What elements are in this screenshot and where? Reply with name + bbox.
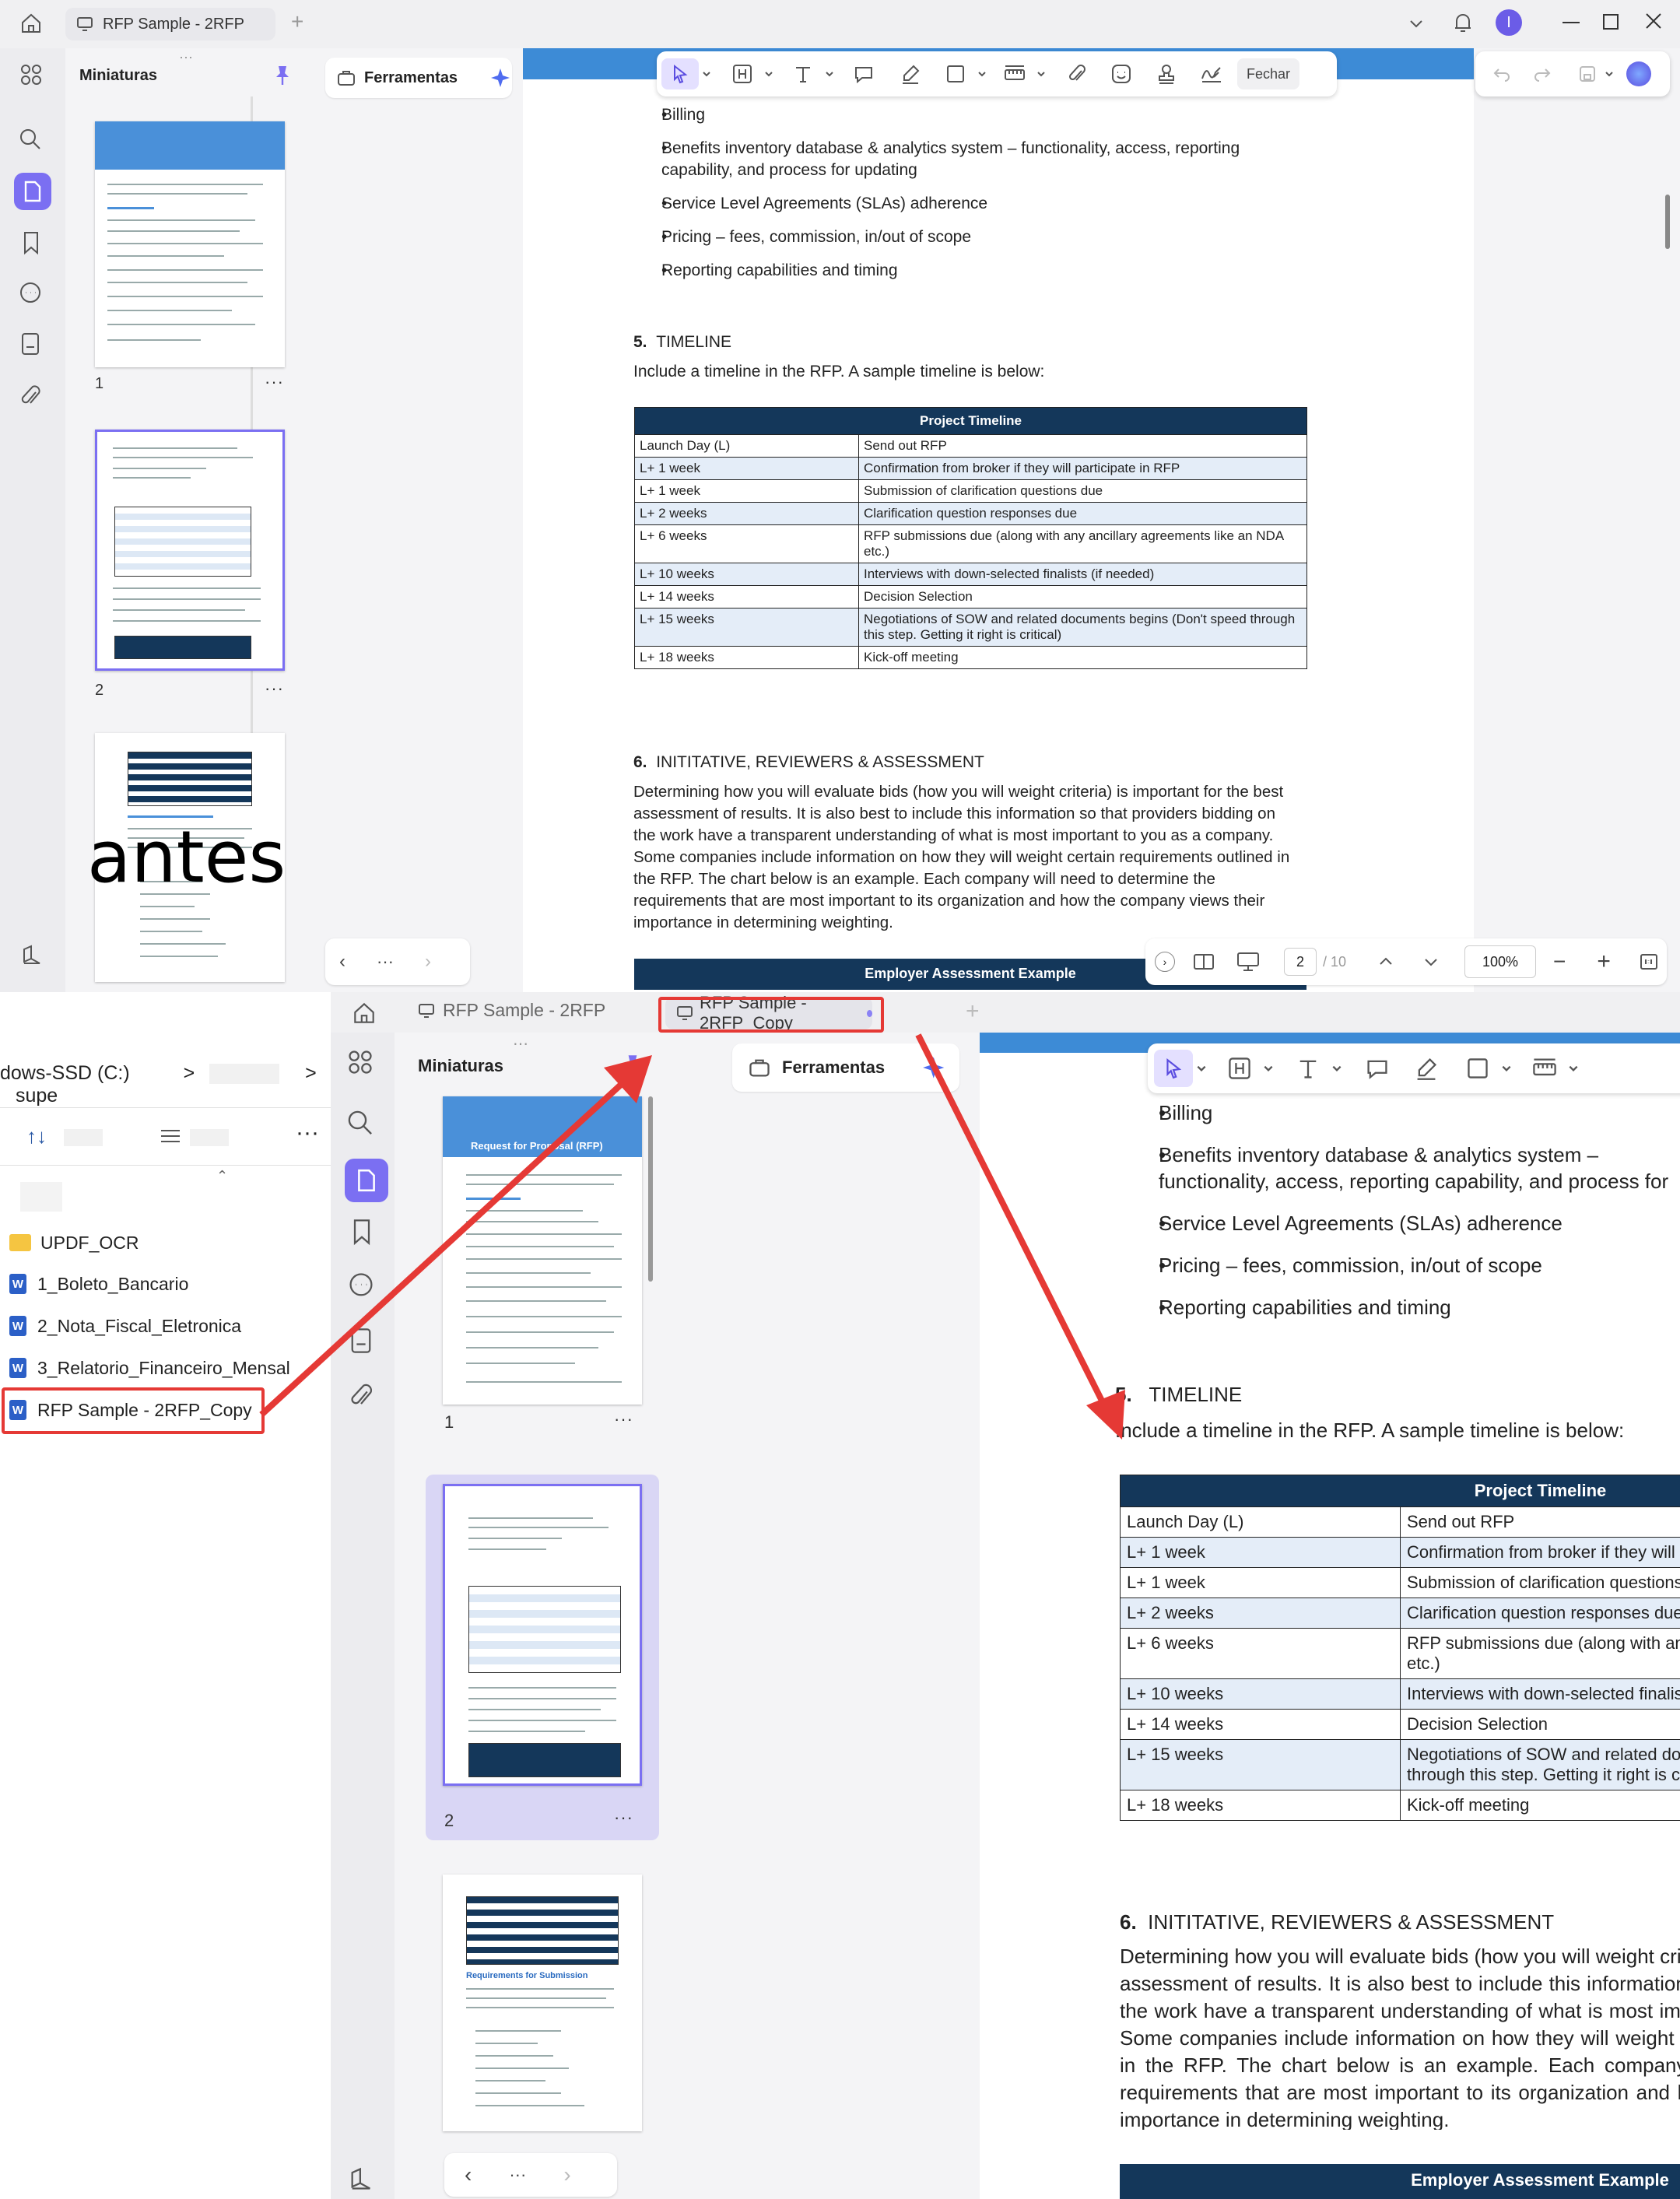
annotation-arrows (259, 1033, 1125, 1440)
arrow-head (1086, 1390, 1125, 1440)
arrow-tab-to-document (915, 1033, 1108, 1408)
arrow-file-to-tab (259, 1081, 625, 1417)
